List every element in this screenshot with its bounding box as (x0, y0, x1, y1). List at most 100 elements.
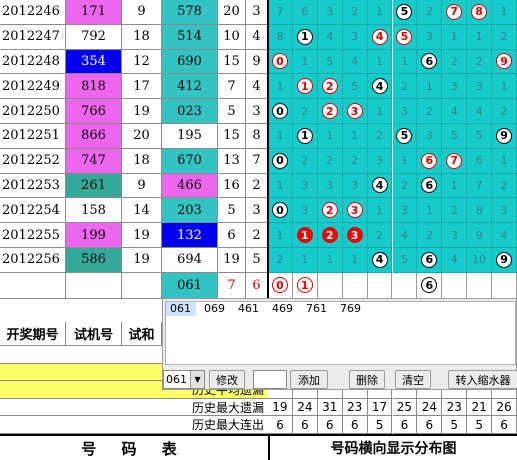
summary-empty-cell (122, 272, 162, 299)
miss-count: 2 (351, 154, 359, 168)
distribution-cell: 2 (342, 148, 368, 174)
miss-count: 2 (400, 178, 408, 192)
winning-digit-ball: 4 (371, 78, 388, 95)
row-sum: 20 (122, 124, 162, 149)
miss-count: 3 (400, 104, 408, 118)
number-list[interactable]: 061 069 461 469 761 769 (165, 301, 516, 365)
winning-digit-ball: 4 (371, 177, 388, 194)
summary-distribution-cell (442, 272, 468, 299)
row-sum: 18 (122, 148, 162, 174)
distribution-cell: 0 (268, 49, 293, 75)
miss-count: 1 (301, 253, 309, 267)
filter-popup: 061 069 461 469 761 769 061 ▼ 修改 添加 删除 清空 转入缩… (162, 298, 517, 390)
add-button[interactable]: 添加 (290, 370, 328, 389)
distribution-cell: 1 (417, 198, 443, 224)
row-trial: 158 (66, 198, 122, 224)
row-period: 2012250 (0, 99, 66, 124)
row-num: 694 (162, 248, 218, 273)
miss-count: 4 (450, 253, 458, 267)
chevron-down-icon[interactable]: ▼ (190, 371, 204, 388)
row-trial: 818 (66, 74, 122, 100)
row-span: 16 (218, 173, 246, 199)
row-period: 2012247 (0, 24, 66, 50)
miss-count: 5 (326, 54, 334, 68)
row-period: 2012256 (0, 248, 66, 273)
row-span: 6 (218, 223, 246, 248)
miss-count: 3 (500, 203, 508, 217)
miss-count: 2 (425, 228, 433, 242)
stat-value: 21 (467, 398, 493, 417)
miss-count: 1 (276, 129, 284, 143)
row-sum: 19 (122, 248, 162, 273)
stat-value: 5 (367, 416, 393, 434)
list-item[interactable]: 461 (234, 302, 268, 316)
distribution-cell: 1 (392, 49, 418, 75)
distribution-cell: 10 (467, 248, 493, 273)
row-sum: 19 (122, 223, 162, 248)
summary-distribution-cell (342, 272, 368, 299)
winning-digit-ball: 6 (421, 277, 438, 294)
distribution-cell: 2 (317, 223, 343, 248)
clear-button[interactable]: 清空 (395, 370, 431, 389)
row-kind: 3 (246, 198, 268, 224)
distribution-cell: 1 (492, 0, 517, 25)
distribution-cell: 0 (268, 99, 293, 124)
list-item[interactable]: 069 (200, 302, 234, 316)
miss-count: 1 (450, 30, 458, 44)
distribution-cell: 1 (342, 124, 368, 149)
miss-count: 2 (500, 178, 508, 192)
distribution-cell: 2 (492, 99, 517, 124)
winning-digit-ball: 8 (471, 3, 488, 20)
stat-value: 31 (317, 398, 343, 417)
number-select[interactable]: 061 ▼ (163, 370, 205, 389)
distribution-cell: 1 (367, 0, 393, 25)
row-kind: 9 (246, 49, 268, 75)
row-span: 10 (218, 24, 246, 50)
distribution-cell: 8 (467, 0, 493, 25)
list-item[interactable]: 769 (336, 302, 370, 316)
row-sum: 18 (122, 24, 162, 50)
miss-count: 3 (376, 154, 384, 168)
modify-button[interactable]: 修改 (209, 370, 245, 389)
distribution-cell: 6 (467, 148, 493, 174)
distribution-cell: 1 (268, 223, 293, 248)
distribution-cell: 9 (492, 248, 517, 273)
miss-count: 6 (475, 154, 483, 168)
distribution-cell: 1 (268, 124, 293, 149)
miss-count: 2 (450, 54, 458, 68)
row-kind: 3 (246, 99, 268, 124)
number-input[interactable] (253, 370, 287, 389)
distribution-cell: 3 (467, 74, 493, 100)
row-sum: 9 (122, 0, 162, 25)
miss-count: 7 (475, 178, 483, 192)
miss-count: 3 (326, 5, 334, 19)
distribution-cell: 3 (442, 223, 468, 248)
row-span: 20 (218, 0, 246, 25)
miss-count: 1 (276, 228, 284, 242)
row-kind: 4 (246, 74, 268, 100)
list-item[interactable]: 469 (268, 302, 302, 316)
miss-count: 2 (301, 104, 309, 118)
miss-count: 4 (400, 228, 408, 242)
list-item[interactable]: 761 (302, 302, 336, 316)
distribution-cell: 1 (292, 74, 318, 100)
summary-empty-cell (0, 272, 66, 299)
transfer-button[interactable]: 转入缩水器 (448, 370, 517, 389)
winning-digit-ball: 5 (396, 3, 413, 20)
miss-count: 1 (326, 129, 334, 143)
distribution-cell: 5 (342, 74, 368, 100)
distribution-cell: 4 (367, 24, 393, 50)
distribution-cell: 1 (442, 173, 468, 199)
winning-digit-ball: 2 (321, 103, 338, 120)
distribution-cell: 2 (417, 99, 443, 124)
winning-digit-ball: 3 (346, 103, 363, 120)
miss-count: 2 (500, 104, 508, 118)
row-period: 2012253 (0, 173, 66, 199)
list-item[interactable]: 061 (166, 302, 200, 316)
winning-digit-ball: 4 (371, 28, 388, 45)
distribution-cell: 5 (467, 124, 493, 149)
stat-value: 6 (268, 416, 293, 434)
distribution-cell: 1 (367, 49, 393, 75)
delete-button[interactable]: 删除 (349, 370, 385, 389)
miss-count: 8 (276, 30, 284, 44)
